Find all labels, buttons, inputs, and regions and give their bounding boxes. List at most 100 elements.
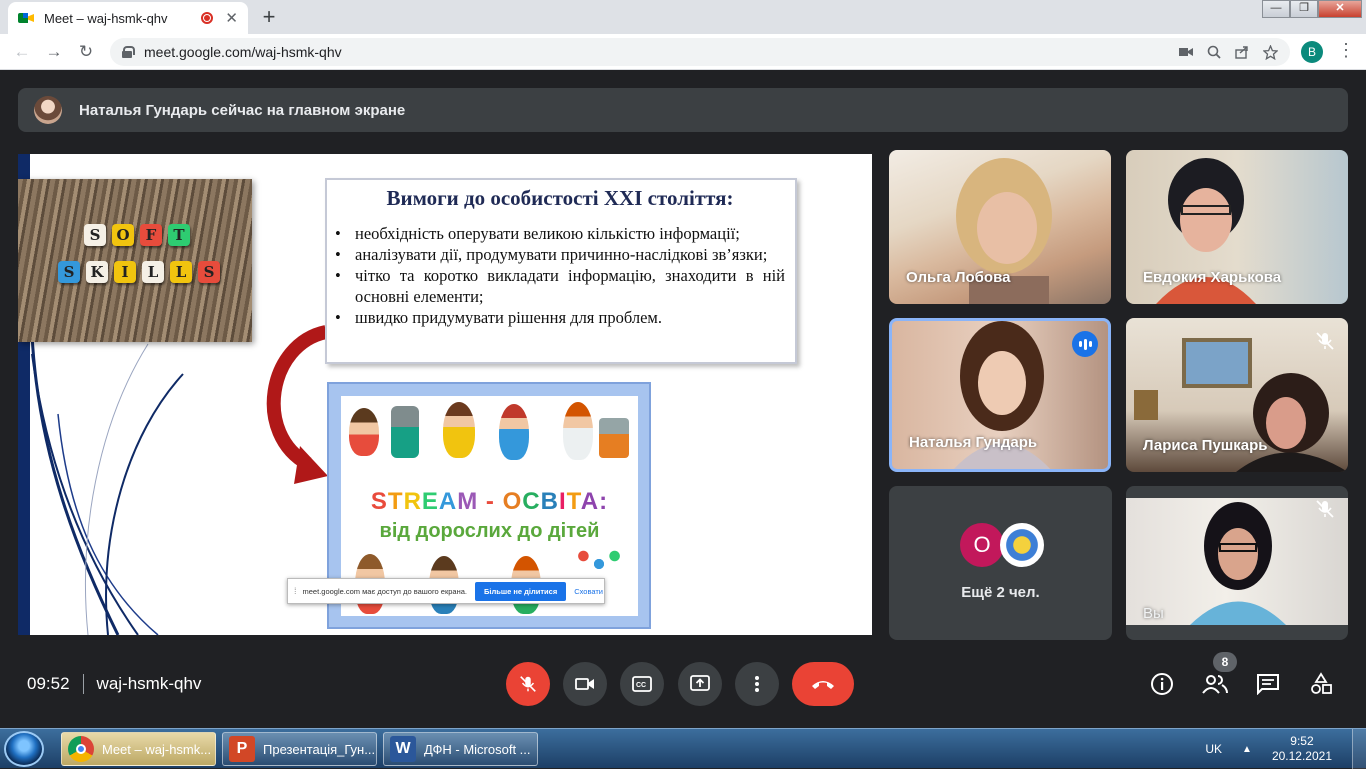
stream-title-letter: R	[403, 488, 422, 515]
taskbar-item-label: Meet – waj-hsmk...	[102, 741, 212, 757]
die-letter: S	[58, 261, 80, 283]
share-icon[interactable]	[1235, 45, 1249, 59]
system-clock[interactable]: 9:52 20.12.2021	[1272, 734, 1332, 764]
more-participants-tile[interactable]: О Ещё 2 чел.	[889, 486, 1112, 640]
show-everyone-button[interactable]	[1200, 669, 1230, 699]
leave-call-button[interactable]	[792, 662, 854, 706]
browser-tab-strip: Meet – waj-hsmk-qhv ✕ + — ❐ ✕	[0, 0, 1366, 34]
die-letter: K	[86, 261, 108, 283]
die-letter: L	[142, 261, 164, 283]
closed-captions-icon: CC	[632, 676, 652, 692]
presentation-banner: Наталья Гундарь сейчас на главном экране	[18, 88, 1348, 132]
recording-icon	[201, 12, 214, 24]
reload-icon[interactable]: ↻	[70, 42, 102, 62]
requirement-item: швидко придумувати рішення для проблем.	[335, 307, 785, 328]
stream-title-letter: С	[522, 488, 541, 515]
present-now-button[interactable]	[678, 662, 722, 706]
camera-toggle-button[interactable]	[563, 662, 607, 706]
bookmark-star-icon[interactable]	[1263, 44, 1278, 60]
meeting-code: waj-hsmk-qhv	[96, 674, 202, 693]
speaking-indicator-icon	[1072, 331, 1098, 357]
powerpoint-icon: P	[229, 736, 255, 762]
cartoon-kid	[499, 404, 529, 460]
forward-arrow-icon[interactable]: →	[38, 42, 70, 62]
self-view-tile[interactable]: Вы	[1126, 486, 1348, 640]
participant-tile[interactable]: Ольга Лобова	[889, 150, 1111, 304]
skills-dice: S K I L L S	[58, 261, 220, 283]
participant-name: Вы	[1143, 605, 1164, 622]
camera-in-use-icon[interactable]	[1179, 46, 1193, 58]
chat-icon	[1257, 674, 1279, 695]
meeting-time: 09:52	[27, 674, 70, 693]
requirement-item: необхідність оперувати великою кількістю…	[335, 223, 785, 244]
url-text: meet.google.com/waj-hsmk-qhv	[144, 44, 342, 60]
hide-share-bar-link[interactable]: Сховати	[574, 587, 603, 596]
more-vert-icon	[755, 676, 759, 692]
lock-icon[interactable]	[122, 46, 135, 58]
mic-toggle-button[interactable]	[506, 662, 550, 706]
stream-title-letter: Т	[566, 488, 581, 515]
shared-screen[interactable]: S O F T S K I L L S Вимоги до особистост…	[18, 154, 872, 635]
language-indicator[interactable]: UK	[1205, 742, 1222, 756]
participant-tile[interactable]: Лариса Пушкарь	[1126, 318, 1348, 472]
browser-tab-meet[interactable]: Meet – waj-hsmk-qhv ✕	[8, 2, 248, 34]
maximize-button[interactable]: ❐	[1290, 0, 1318, 18]
die-letter: T	[168, 224, 190, 246]
requirements-title: Вимоги до особистості XXI століття:	[386, 186, 734, 210]
cartoon-kid	[563, 402, 593, 460]
close-window-button[interactable]: ✕	[1318, 0, 1362, 18]
new-tab-button[interactable]: +	[256, 5, 282, 29]
tab-title: Meet – waj-hsmk-qhv	[44, 10, 168, 26]
drag-handle-icon[interactable]: ⁞	[294, 586, 297, 596]
stream-title-letter: А:	[580, 488, 609, 515]
info-icon	[1151, 673, 1173, 695]
participant-avatar-logo	[1000, 523, 1044, 567]
more-options-button[interactable]	[735, 662, 779, 706]
stream-subtitle: від дорослих до дітей	[379, 520, 600, 542]
stop-sharing-button[interactable]: Більше не ділитися	[475, 581, 567, 601]
stream-title: STREAM - ОСВІТА:	[341, 488, 638, 516]
people-icon	[1202, 675, 1228, 694]
participant-count-badge: 8	[1213, 652, 1237, 672]
address-bar[interactable]: meet.google.com/waj-hsmk-qhv	[110, 38, 1290, 66]
meeting-details-button[interactable]	[1147, 669, 1177, 699]
captions-button[interactable]: CC	[620, 662, 664, 706]
clock-date: 20.12.2021	[1271, 749, 1332, 763]
browser-toolbar: ← → ↻ meet.google.com/waj-hsmk-qhv	[0, 34, 1366, 70]
start-button[interactable]	[4, 731, 44, 767]
chat-button[interactable]	[1253, 669, 1283, 699]
more-participants-caption: Ещё 2 чел.	[961, 584, 1040, 601]
back-arrow-icon[interactable]: ←	[6, 42, 38, 62]
requirement-item: аналізувати дії, продумувати причинно-на…	[335, 244, 785, 265]
taskbar-item-powerpoint[interactable]: P Презентація_Гун...	[222, 732, 377, 766]
system-tray: UK ▲ 9:52 20.12.2021	[1205, 729, 1366, 769]
tab-close-icon[interactable]: ✕	[225, 9, 238, 27]
banner-text: Наталья Гундарь сейчас на главном экране	[79, 101, 406, 119]
participant-tile[interactable]: Евдокия Харькова	[1126, 150, 1348, 304]
chrome-icon	[68, 736, 94, 762]
meet-main: Наталья Гундарь сейчас на главном экране…	[0, 71, 1366, 728]
participant-name: Евдокия Харькова	[1143, 269, 1282, 286]
show-hidden-icons-icon[interactable]: ▲	[1242, 744, 1252, 755]
die-letter: I	[114, 261, 136, 283]
requirements-list: необхідність оперувати великою кількістю…	[335, 223, 785, 328]
cartoon-microscope	[599, 418, 629, 458]
die-letter: S	[84, 224, 106, 246]
taskbar-item-word[interactable]: W ДФН - Microsoft ...	[383, 732, 538, 766]
taskbar-item-chrome[interactable]: Meet – waj-hsmk...	[61, 732, 216, 766]
soft-skills-image: S O F T S K I L L S	[18, 179, 252, 342]
show-desktop-button[interactable]	[1352, 729, 1366, 769]
stream-title-letter: І	[558, 488, 567, 515]
share-notice-text: meet.google.com має доступ до вашого екр…	[302, 586, 467, 596]
activities-button[interactable]	[1306, 669, 1336, 699]
window-controls: — ❐ ✕	[1262, 0, 1362, 18]
profile-avatar[interactable]: B	[1301, 41, 1323, 63]
mic-off-icon	[520, 676, 536, 692]
participant-tile-active[interactable]: Наталья Гундарь	[889, 318, 1111, 472]
die-letter: F	[140, 224, 162, 246]
present-screen-icon	[690, 675, 710, 691]
minimize-button[interactable]: —	[1262, 0, 1290, 18]
browser-menu-icon[interactable]: ⋮	[1337, 40, 1355, 61]
zoom-icon[interactable]	[1207, 45, 1221, 59]
die-letter: O	[112, 224, 134, 246]
